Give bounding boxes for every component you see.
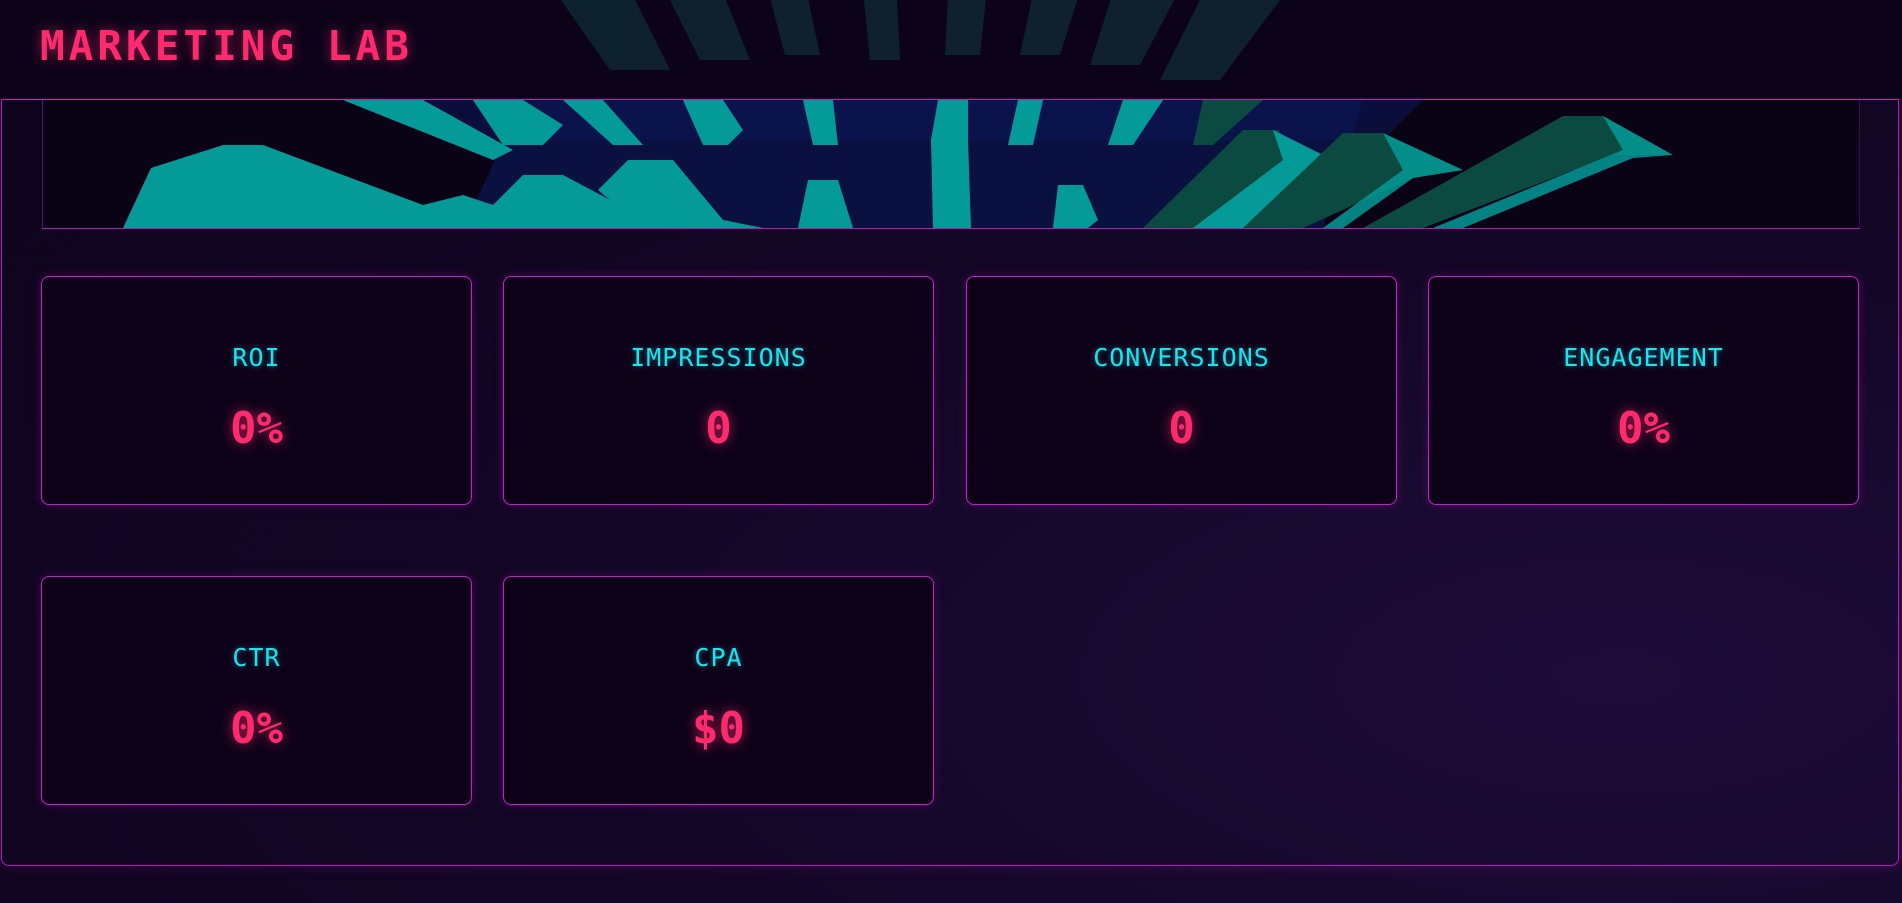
metric-label: CTR (232, 643, 281, 672)
metric-value: 0 (1168, 403, 1195, 454)
metric-card-ctr: CTR 0% (41, 576, 472, 805)
metric-card-impressions: IMPRESSIONS 0 (503, 276, 934, 505)
metric-card-conversions: CONVERSIONS 0 (966, 276, 1397, 505)
hero-banner-image (42, 100, 1860, 229)
metric-label: ROI (232, 343, 281, 372)
header-glow-decoration (561, 0, 1280, 80)
metric-card-roi: ROI 0% (41, 276, 472, 505)
app-header: MARKETING LAB (0, 0, 1902, 99)
metric-card-engagement: ENGAGEMENT 0% (1428, 276, 1859, 505)
metric-card-cpa: CPA $0 (503, 576, 934, 805)
metric-label: IMPRESSIONS (630, 343, 807, 372)
metric-label: ENGAGEMENT (1563, 343, 1724, 372)
metric-value: 0% (230, 403, 283, 454)
app-title: MARKETING LAB (40, 22, 413, 70)
metric-value: 0% (1617, 403, 1670, 454)
metric-value: $0 (692, 703, 745, 754)
metric-value: 0% (230, 703, 283, 754)
metric-label: CPA (694, 643, 743, 672)
metric-label: CONVERSIONS (1093, 343, 1270, 372)
dashboard-page: MARKETING LAB ROI 0% IMPRESSIONS 0 CONVE… (0, 0, 1902, 903)
metric-value: 0 (705, 403, 732, 454)
